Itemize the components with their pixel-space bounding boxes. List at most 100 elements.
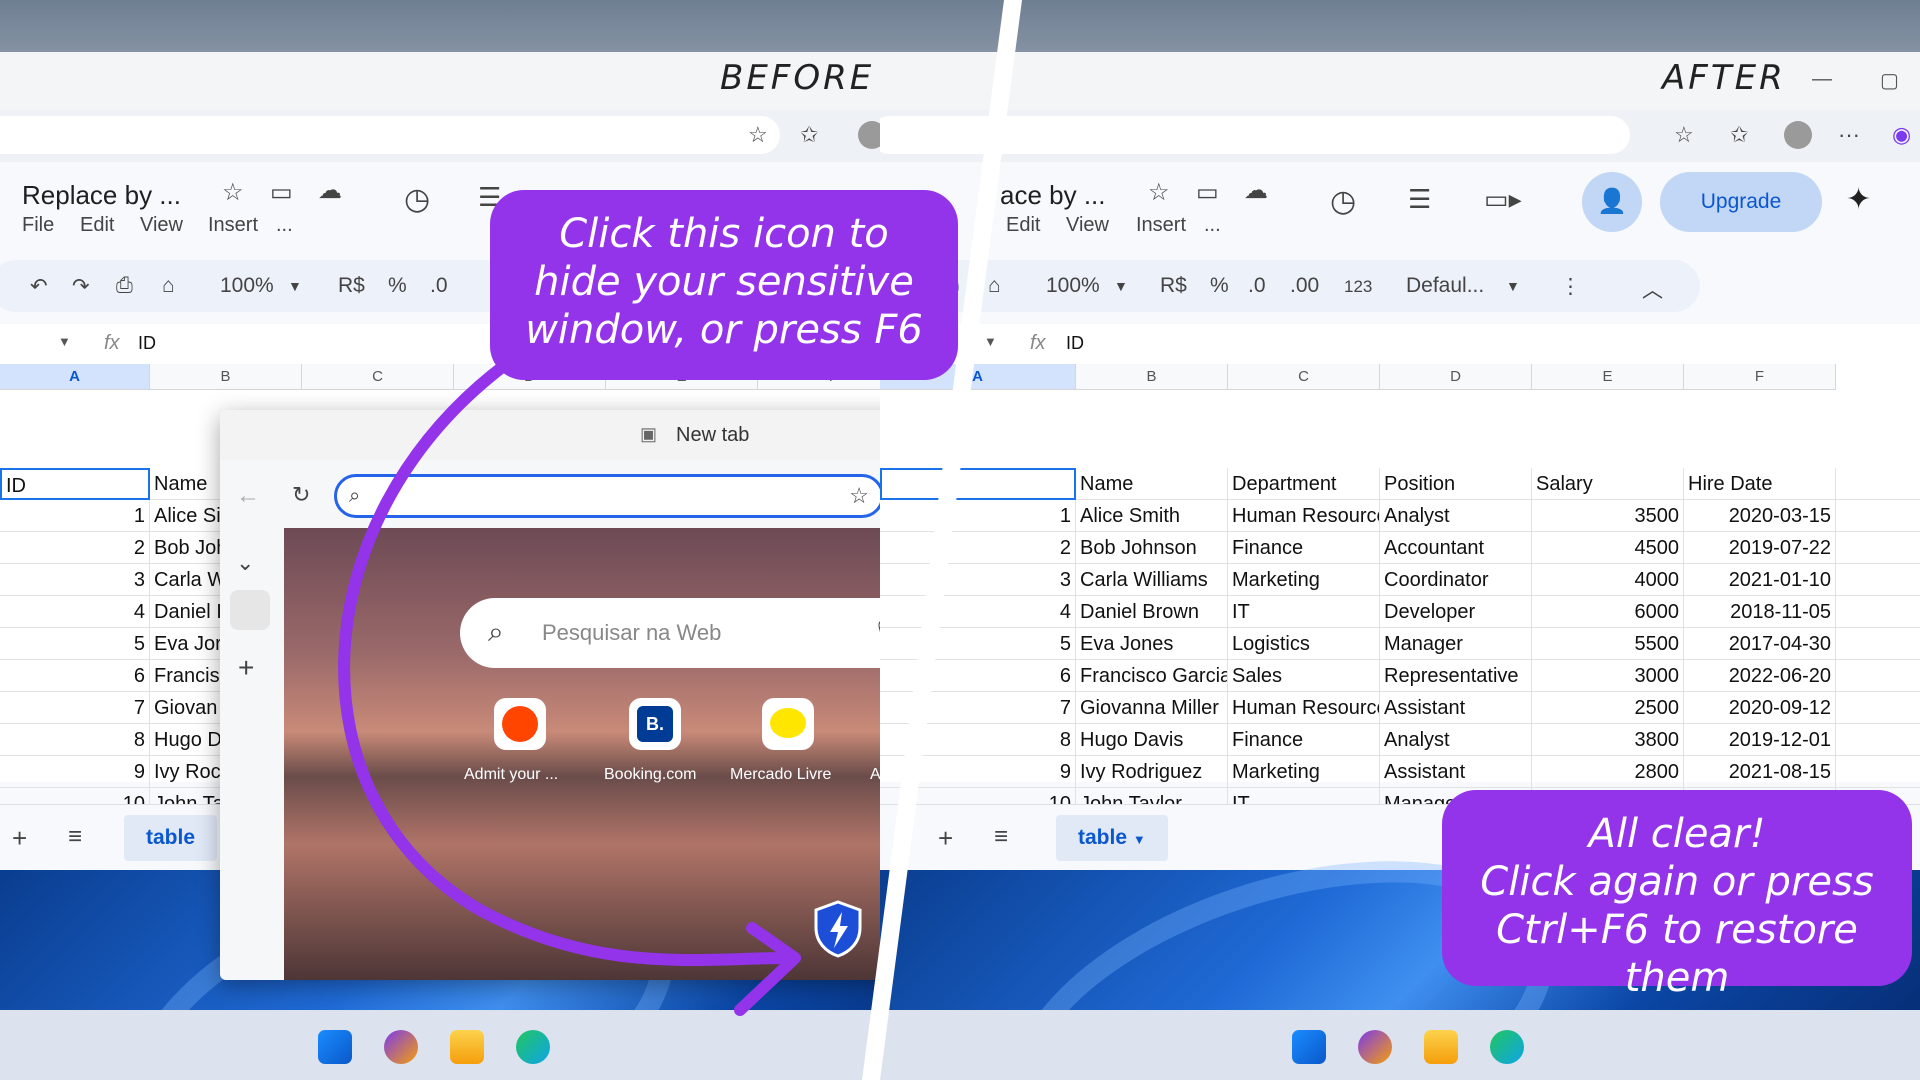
cell-name[interactable]: Daniel Brown — [1076, 596, 1228, 628]
cell-name[interactable]: Alice Smith — [1076, 500, 1228, 532]
print-icon[interactable]: ⎙ — [116, 274, 133, 298]
refresh-icon[interactable]: ↻ — [292, 482, 310, 508]
shortcut-reddit-icon[interactable] — [494, 698, 546, 750]
collapse-toolbar-icon[interactable]: ︿ — [1642, 274, 1663, 304]
doc-title[interactable]: ace by ... — [1000, 180, 1106, 211]
favorite-star-icon[interactable]: ☆ — [849, 483, 869, 509]
cell-name[interactable]: Giovanna Miller — [1076, 692, 1228, 724]
cell-salary[interactable]: 3800 — [1532, 724, 1684, 756]
chevron-down-icon[interactable]: ⌄ — [236, 550, 254, 576]
cell-id[interactable]: 5 — [0, 628, 150, 660]
new-tab-title[interactable]: New tab — [676, 424, 749, 447]
cell-a1[interactable] — [880, 468, 1076, 500]
cell-pos[interactable]: Coordinator — [1380, 564, 1532, 596]
paint-format-icon[interactable]: ⌂ — [162, 274, 175, 298]
cell-dept[interactable]: Finance — [1228, 532, 1380, 564]
cell-date[interactable]: 2021-08-15 — [1684, 756, 1836, 788]
decrease-decimal-icon[interactable]: .0 — [430, 274, 448, 298]
col-header-b[interactable]: B — [150, 364, 302, 390]
upgrade-button[interactable]: Upgrade — [1660, 172, 1822, 232]
more-options-icon[interactable]: ⋮ — [1560, 274, 1581, 299]
cell-pos[interactable]: Analyst — [1380, 500, 1532, 532]
cell-name[interactable]: Carla Williams — [1076, 564, 1228, 596]
col-header-e[interactable]: E — [1532, 364, 1684, 390]
move-folder-icon[interactable]: ▭ — [270, 178, 293, 207]
url-field[interactable] — [880, 116, 1630, 154]
cell-date[interactable]: 2018-11-05 — [1684, 596, 1836, 628]
cell-id[interactable]: 7 — [0, 692, 150, 724]
favorite-star-icon[interactable]: ☆ — [1674, 122, 1694, 148]
cell-salary[interactable]: 3500 — [1532, 500, 1684, 532]
cell-salary[interactable]: 6000 — [1532, 596, 1684, 628]
cell-dept[interactable]: Human Resources — [1228, 692, 1380, 724]
cell-id[interactable]: 6 — [880, 660, 1076, 692]
menu-edit[interactable]: Edit — [1006, 214, 1040, 237]
cell-dept[interactable]: Human Resources — [1228, 500, 1380, 532]
apps-grid-icon[interactable]: ⁞ — [348, 582, 355, 613]
edge-browser-icon[interactable] — [1490, 1030, 1524, 1064]
doc-title[interactable]: Replace by ... — [22, 180, 181, 211]
cell-name[interactable]: Ivy Rodriguez — [1076, 756, 1228, 788]
copilot-app-icon[interactable] — [1358, 1030, 1392, 1064]
col-header-b[interactable]: B — [1076, 364, 1228, 390]
cell-date[interactable]: 2020-09-12 — [1684, 692, 1836, 724]
cell-id[interactable]: 9 — [880, 756, 1076, 788]
copilot-icon[interactable]: ◉ — [1892, 122, 1911, 148]
cell-name[interactable]: Francisco Garcia — [1076, 660, 1228, 692]
cell-id[interactable]: 5 — [880, 628, 1076, 660]
increase-decimal-button[interactable]: .00 — [1290, 274, 1319, 298]
currency-format[interactable]: R$ — [1160, 274, 1187, 298]
cell-pos[interactable]: Analyst — [1380, 724, 1532, 756]
chevron-down-icon[interactable]: ▼ — [1114, 278, 1128, 294]
sheet-tab-table[interactable]: table — [124, 815, 218, 861]
cell-id[interactable]: 9 — [0, 756, 150, 788]
cell-id[interactable]: 4 — [880, 596, 1076, 628]
name-box-dropdown-icon[interactable]: ▼ — [984, 334, 997, 349]
cell-f1[interactable]: Hire Date — [1684, 468, 1836, 500]
file-explorer-icon[interactable] — [450, 1030, 484, 1064]
cell-dept[interactable]: Logistics — [1228, 628, 1380, 660]
cell-salary[interactable]: 3000 — [1532, 660, 1684, 692]
cell-pos[interactable]: Assistant — [1380, 756, 1532, 788]
history-icon[interactable]: ◷ — [1330, 184, 1356, 219]
col-header-c[interactable]: C — [1228, 364, 1380, 390]
currency-format[interactable]: R$ — [338, 274, 365, 298]
cell-id[interactable]: 7 — [880, 692, 1076, 724]
meet-video-icon[interactable]: ▭▸ — [1484, 184, 1522, 215]
cloud-status-icon[interactable]: ☁ — [1244, 176, 1268, 205]
col-header-c[interactable]: C — [302, 364, 454, 390]
cell-id[interactable]: 2 — [0, 532, 150, 564]
menu-edit[interactable]: Edit — [80, 214, 114, 237]
percent-format[interactable]: % — [388, 274, 407, 298]
cell-id[interactable]: 8 — [0, 724, 150, 756]
chevron-down-icon[interactable]: ▼ — [288, 278, 302, 294]
copilot-app-icon[interactable] — [384, 1030, 418, 1064]
cell-name[interactable]: Hugo Davis — [1076, 724, 1228, 756]
web-search-box[interactable]: ⌕ Pesquisar na Web 🎙 — [460, 598, 950, 668]
minimize-icon[interactable]: — — [1812, 68, 1832, 91]
cell-id[interactable]: 6 — [0, 660, 150, 692]
windows-start-icon[interactable] — [1292, 1030, 1326, 1064]
url-field[interactable] — [0, 116, 780, 154]
star-icon[interactable]: ☆ — [222, 178, 244, 207]
cell-dept[interactable]: Sales — [1228, 660, 1380, 692]
name-box-dropdown-icon[interactable]: ▼ — [58, 334, 71, 349]
cell-id[interactable]: 1 — [0, 500, 150, 532]
chevron-down-icon[interactable]: ▼ — [1506, 278, 1520, 294]
zoom-select[interactable]: 100% — [1046, 274, 1100, 298]
cell-pos[interactable]: Developer — [1380, 596, 1532, 628]
windows-start-icon[interactable] — [318, 1030, 352, 1064]
cell-salary[interactable]: 2800 — [1532, 756, 1684, 788]
cell-id[interactable]: 4 — [0, 596, 150, 628]
favorite-star-icon[interactable]: ☆ — [748, 122, 768, 148]
add-sheet-icon[interactable]: + — [12, 823, 27, 854]
profile-avatar[interactable] — [1784, 121, 1812, 149]
edge-browser-icon[interactable] — [516, 1030, 550, 1064]
cell-a1[interactable]: ID — [0, 468, 150, 500]
cell-date[interactable]: 2020-03-15 — [1684, 500, 1836, 532]
menu-view[interactable]: View — [1066, 214, 1109, 237]
cell-date[interactable]: 2019-12-01 — [1684, 724, 1836, 756]
menu-file[interactable]: File — [22, 214, 54, 237]
font-select[interactable]: Defaul... — [1406, 274, 1484, 298]
cell-salary[interactable]: 5500 — [1532, 628, 1684, 660]
